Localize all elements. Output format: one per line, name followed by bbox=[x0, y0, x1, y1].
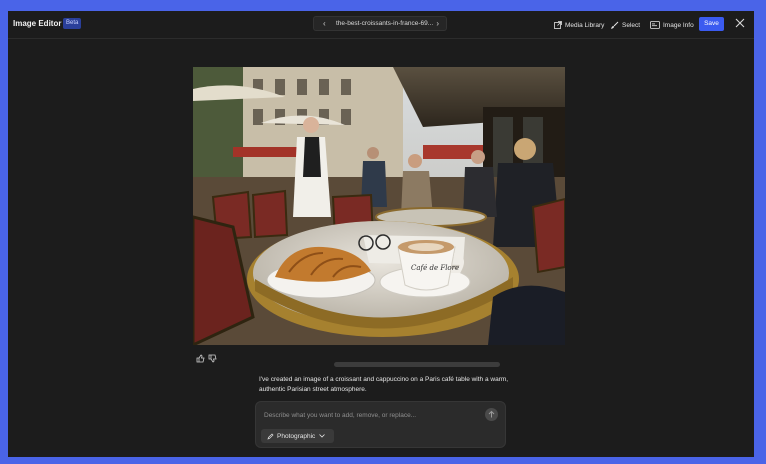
app-title: Image Editor bbox=[13, 19, 62, 28]
feedback-buttons bbox=[196, 350, 217, 363]
top-bar: Image Editor Beta ‹ the-best-croissants-… bbox=[8, 11, 754, 39]
filename-label: the-best-croissants-in-france-69... bbox=[336, 20, 434, 27]
chevron-down-icon bbox=[319, 434, 326, 438]
arrow-up-icon bbox=[488, 410, 495, 418]
image-editor-window: Image Editor Beta ‹ the-best-croissants-… bbox=[8, 11, 754, 457]
save-button[interactable]: Save bbox=[699, 17, 724, 31]
assistant-message: I've created an image of a croissant and… bbox=[259, 376, 509, 393]
close-icon[interactable] bbox=[735, 18, 745, 28]
prompt-input[interactable] bbox=[264, 409, 474, 421]
brush-icon bbox=[611, 21, 619, 29]
info-card-icon bbox=[650, 21, 660, 29]
style-dropdown[interactable]: Photographic bbox=[261, 429, 335, 443]
next-image-button[interactable]: › bbox=[436, 19, 439, 28]
select-label: Select bbox=[622, 21, 641, 29]
media-library-button[interactable]: Media Library bbox=[554, 19, 604, 31]
cup-lettering: Café de Flore bbox=[411, 264, 459, 272]
image-info-label: Image Info bbox=[663, 21, 694, 29]
image-info-button[interactable]: Image Info bbox=[650, 19, 694, 31]
file-navigator: ‹ the-best-croissants-in-france-69... › bbox=[313, 16, 447, 31]
thumbs-down-icon[interactable] bbox=[208, 350, 217, 363]
external-link-icon bbox=[554, 21, 562, 29]
media-library-label: Media Library bbox=[565, 21, 605, 29]
thumbs-up-icon[interactable] bbox=[196, 350, 205, 363]
send-button[interactable] bbox=[485, 408, 498, 421]
style-label: Photographic bbox=[277, 432, 316, 440]
beta-badge: Beta bbox=[63, 18, 82, 29]
generated-image[interactable]: Café de Flore bbox=[193, 67, 565, 345]
prompt-composer: Photographic bbox=[255, 401, 506, 448]
select-tool-button[interactable]: Select bbox=[610, 19, 640, 31]
pencil-icon bbox=[267, 433, 274, 440]
scroll-indicator bbox=[334, 362, 500, 367]
previous-image-button[interactable]: ‹ bbox=[323, 19, 326, 28]
